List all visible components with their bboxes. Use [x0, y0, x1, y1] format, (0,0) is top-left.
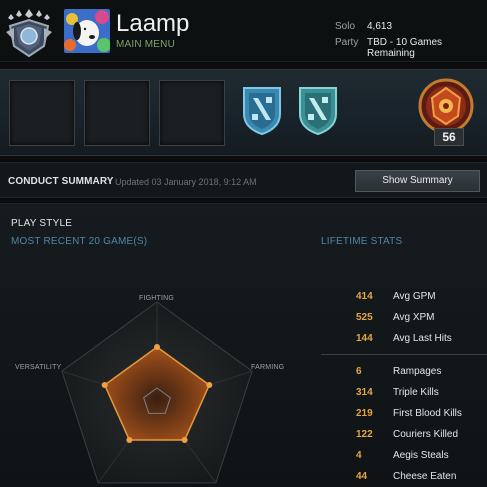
radar-label-versatility: VERSATILITY [15, 364, 62, 371]
lifetime-stat-value: 122 [356, 429, 373, 440]
radar-label-farming: FARMING [251, 364, 285, 371]
lifetime-stat-label: Avg XPM [393, 312, 435, 323]
show-summary-button[interactable]: Show Summary [355, 170, 480, 192]
solo-label: Solo [335, 21, 356, 32]
party-label: Party [335, 37, 359, 48]
conduct-updated-timestamp: Updated 03 January 2018, 9:12 AM [115, 177, 257, 187]
showcase-slot-3[interactable] [159, 80, 225, 146]
player-avatar[interactable] [64, 9, 110, 53]
lifetime-stat-value: 44 [356, 471, 368, 482]
lifetime-stat-value: 219 [356, 408, 373, 419]
play-style-panel: PLAY STYLE MOST RECENT 20 GAME(S) LIFETI… [0, 203, 487, 487]
radar-point [206, 382, 213, 389]
lifetime-stat-value: 144 [356, 333, 373, 344]
profile-showcase [0, 69, 487, 156]
lifetime-stat-label: Rampages [393, 366, 442, 377]
player-name: Laamp [116, 10, 190, 37]
lifetime-stat-value: 4 [356, 450, 362, 461]
radar-point [154, 344, 160, 350]
radar-point [181, 437, 188, 444]
lifetime-stats-divider [321, 354, 487, 355]
recent-games-heading: MOST RECENT 20 GAME(S) [11, 236, 148, 247]
radar-label-fighting: FIGHTING [139, 295, 175, 302]
radar-point [126, 437, 133, 444]
lifetime-stat-label: First Blood Kills [393, 408, 462, 419]
lifetime-stat-value: 414 [356, 291, 373, 302]
showcase-slot-2[interactable] [84, 80, 150, 146]
lifetime-stat-label: Couriers Killed [393, 429, 459, 440]
conduct-summary-title: CONDUCT SUMMARY [8, 176, 114, 187]
conduct-summary-bar: CONDUCT SUMMARY Updated 03 January 2018,… [0, 162, 487, 198]
lifetime-stat-value: 525 [356, 312, 373, 323]
lifetime-stat-value: 314 [356, 387, 373, 398]
player-level-badge: 56 [434, 128, 464, 146]
play-style-radar: FIGHTING FARMING VERSATILITY [0, 274, 300, 487]
lifetime-stat-value: 6 [356, 366, 362, 377]
lifetime-stat-label: Avg GPM [393, 291, 436, 302]
showcase-slot-1[interactable] [9, 80, 75, 146]
dota-shield-icon[interactable] [296, 84, 340, 136]
play-style-title: PLAY STYLE [11, 218, 73, 229]
party-mmr-value: TBD - 10 Games Remaining [367, 37, 443, 59]
lifetime-stat-label: Aegis Steals [393, 450, 449, 461]
lifetime-stat-label: Cheese Eaten [393, 471, 457, 482]
lifetime-stats-heading: LIFETIME STATS [321, 236, 403, 247]
radar-point [101, 382, 108, 389]
profile-header: Laamp MAIN MENU Solo 4,613 Party TBD - 1… [0, 0, 487, 62]
rank-medal-icon[interactable] [4, 6, 54, 58]
main-menu-link[interactable]: MAIN MENU [116, 39, 175, 50]
lifetime-stat-label: Avg Last Hits [393, 333, 452, 344]
dota-shield-icon[interactable] [240, 84, 284, 136]
lifetime-stat-label: Triple Kills [393, 387, 439, 398]
solo-mmr-value: 4,613 [367, 21, 393, 32]
